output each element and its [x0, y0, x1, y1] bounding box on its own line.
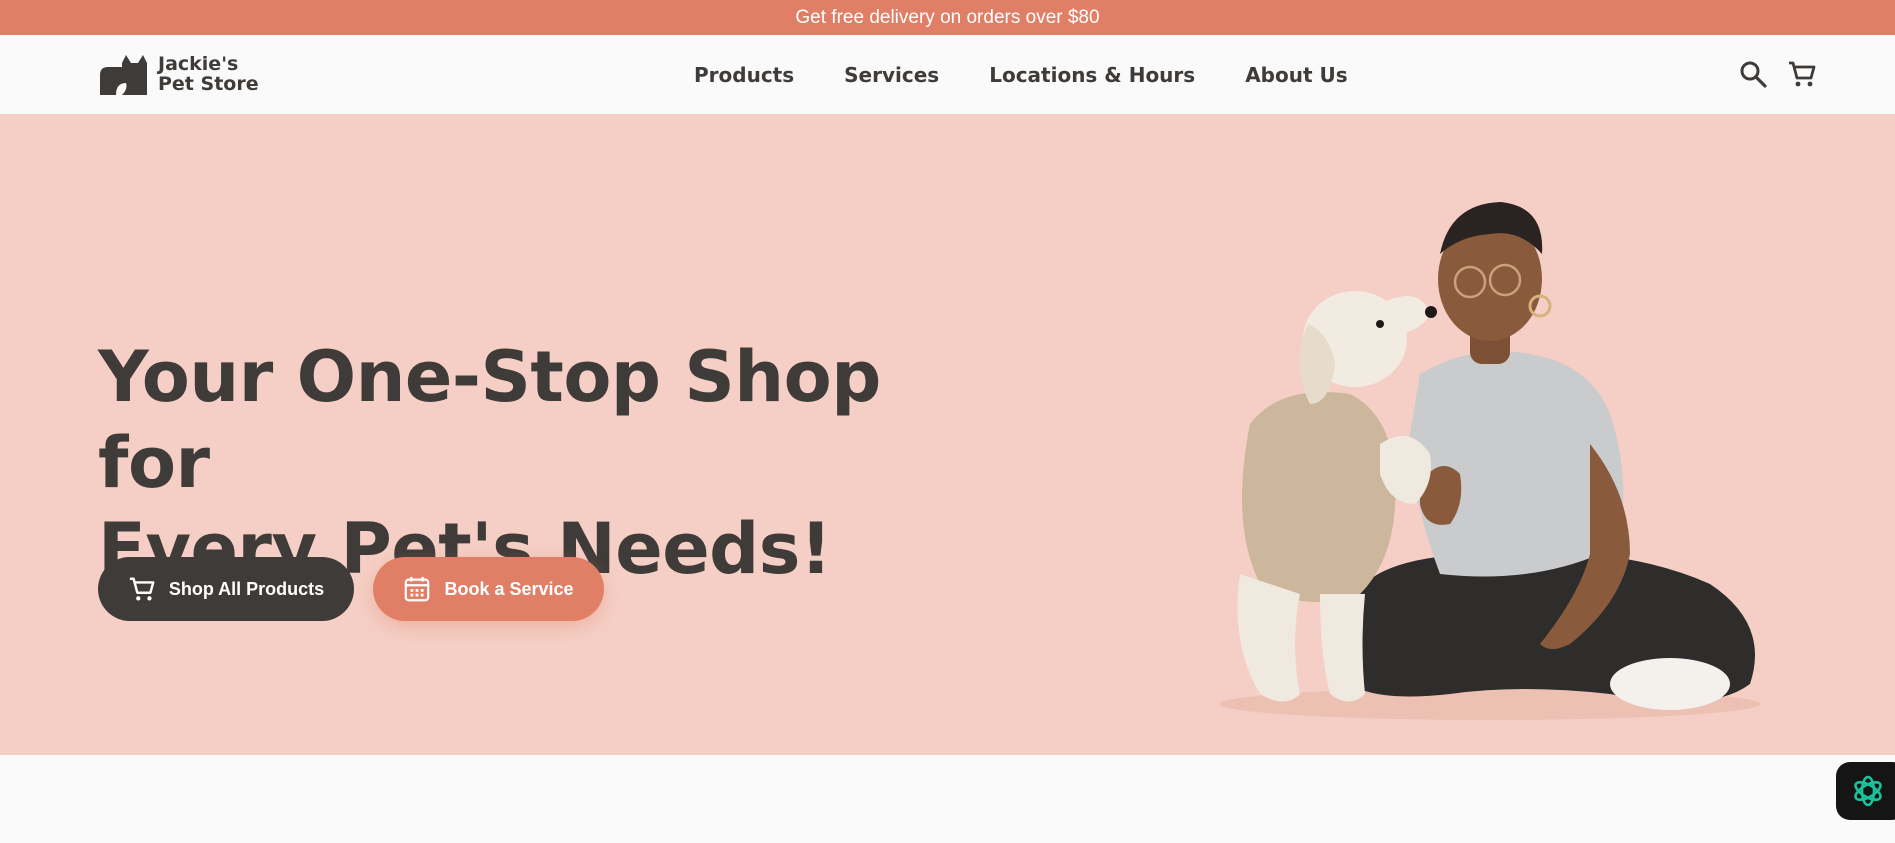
cart-icon[interactable] [1787, 59, 1817, 89]
book-a-service-button[interactable]: Book a Service [373, 557, 604, 621]
search-icon[interactable] [1738, 59, 1768, 89]
main-nav: Products Services Locations & Hours Abou… [694, 35, 1348, 114]
brand-name-line1: Jackie's [158, 53, 239, 75]
announcement-text: Get free delivery on orders over $80 [795, 6, 1100, 28]
hero-illustration-person-with-dog [1220, 202, 1760, 720]
shop-all-products-button[interactable]: Shop All Products [98, 557, 354, 621]
hero-headline: Your One-Stop Shop for Every Pet's Needs… [98, 334, 998, 592]
brand-logo[interactable]: Jackie's Pet Store [98, 53, 259, 95]
header-actions [1738, 59, 1817, 89]
shop-all-products-label: Shop All Products [168, 578, 325, 599]
hero-section: Your One-Stop Shop for Every Pet's Needs… [0, 114, 1895, 755]
nav-products[interactable]: Products [694, 63, 794, 87]
ai-assistant-icon [1854, 775, 1882, 807]
chat-assistant-button[interactable] [1836, 762, 1895, 820]
site-header: Jackie's Pet Store Products Services Loc… [0, 35, 1895, 114]
cat-logo-icon [100, 55, 147, 95]
brand-name: Jackie's Pet Store [158, 54, 259, 94]
brand-name-line2: Pet Store [158, 73, 259, 95]
announcement-bar: Get free delivery on orders over $80 [0, 0, 1895, 35]
hero-headline-line1: Your One-Stop Shop for [98, 336, 881, 504]
nav-locations-hours[interactable]: Locations & Hours [989, 63, 1195, 87]
nav-services[interactable]: Services [844, 63, 939, 87]
cart-icon [129, 577, 155, 601]
calendar-icon [405, 576, 430, 602]
nav-about-us[interactable]: About Us [1245, 63, 1347, 87]
book-a-service-label: Book a Service [444, 578, 574, 599]
